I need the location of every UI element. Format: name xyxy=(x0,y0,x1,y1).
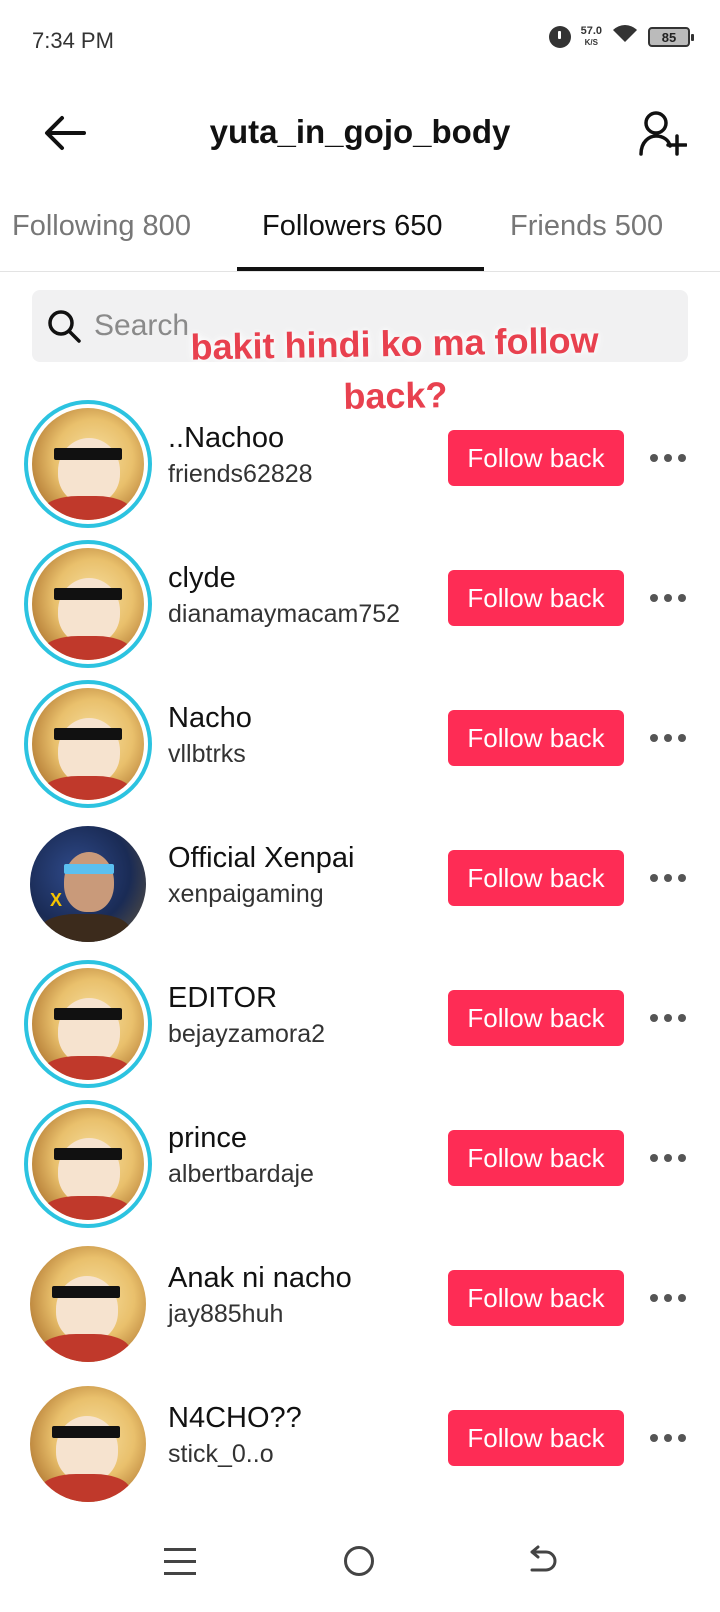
list-item[interactable]: X Official Xenpai xenpaigaming Follow ba… xyxy=(0,820,720,960)
follow-back-button[interactable]: Follow back xyxy=(448,1130,624,1186)
user-display-name: EDITOR xyxy=(168,982,278,1014)
avatar[interactable] xyxy=(24,540,152,668)
avatar-image xyxy=(30,1386,146,1502)
follow-back-button[interactable]: Follow back xyxy=(448,1270,624,1326)
person-add-icon xyxy=(639,111,687,156)
avatar[interactable] xyxy=(24,960,152,1088)
avatar[interactable]: X xyxy=(24,820,152,948)
more-options-icon[interactable] xyxy=(640,720,696,756)
back-icon[interactable] xyxy=(524,1544,560,1580)
user-handle: bejayzamora2 xyxy=(168,1020,326,1048)
battery-icon: 85 xyxy=(648,27,694,47)
user-display-name: N4CHO?? xyxy=(168,1402,302,1434)
user-handle: albertbardaje xyxy=(168,1160,314,1188)
tab-bar: Following 800 Followers 650 Friends 500 xyxy=(0,200,720,272)
list-item[interactable]: Anak ni nacho jay885huh Follow back xyxy=(0,1240,720,1380)
status-bar: 7:34 PM 57.0 K/S 85 xyxy=(0,0,720,84)
avatar[interactable] xyxy=(24,680,152,808)
list-item[interactable]: Nacho vllbtrks Follow back xyxy=(0,680,720,820)
avatar-image: X xyxy=(30,826,146,942)
tab-following[interactable]: Following 800 xyxy=(12,210,191,243)
wifi-icon xyxy=(612,24,638,50)
tab-friends[interactable]: Friends 500 xyxy=(510,210,663,243)
user-handle: jay885huh xyxy=(168,1300,284,1328)
more-options-icon[interactable] xyxy=(640,440,696,476)
add-friend-button[interactable] xyxy=(636,107,690,159)
user-handle: friends62828 xyxy=(168,460,313,488)
follow-back-button[interactable]: Follow back xyxy=(448,570,624,626)
net-speed: 57.0 K/S xyxy=(581,26,602,48)
more-options-icon[interactable] xyxy=(640,580,696,616)
status-icons: 57.0 K/S 85 xyxy=(548,24,694,50)
more-options-icon[interactable] xyxy=(640,1000,696,1036)
avatar-image xyxy=(32,968,144,1080)
avatar[interactable] xyxy=(24,1240,152,1368)
follow-back-button[interactable]: Follow back xyxy=(448,850,624,906)
list-item[interactable]: ..Nachoo friends62828 Follow back xyxy=(0,400,720,540)
search-icon xyxy=(44,306,84,346)
user-handle: vllbtrks xyxy=(168,740,246,768)
user-display-name: clyde xyxy=(168,562,236,594)
avatar-image xyxy=(32,548,144,660)
avatar-image xyxy=(30,1246,146,1362)
more-options-icon[interactable] xyxy=(640,1140,696,1176)
avatar-image xyxy=(32,688,144,800)
list-item[interactable]: prince albertbardaje Follow back xyxy=(0,1100,720,1240)
system-nav-bar xyxy=(0,1518,720,1612)
user-handle: dianamaymacam752 xyxy=(168,600,401,628)
more-options-icon[interactable] xyxy=(640,1420,696,1456)
user-display-name: ..Nachoo xyxy=(168,422,285,454)
user-handle: xenpaigaming xyxy=(168,880,324,908)
home-icon[interactable] xyxy=(344,1546,374,1576)
alarm-icon xyxy=(548,26,571,48)
follow-back-button[interactable]: Follow back xyxy=(448,710,624,766)
follow-back-button[interactable]: Follow back xyxy=(448,430,624,486)
avatar-image xyxy=(32,1108,144,1220)
tab-followers[interactable]: Followers 650 xyxy=(262,210,443,243)
avatar[interactable] xyxy=(24,400,152,528)
user-display-name: Official Xenpai xyxy=(168,842,355,874)
search-input[interactable] xyxy=(94,309,654,343)
search-bar[interactable] xyxy=(32,290,688,362)
header: yuta_in_gojo_body xyxy=(0,95,720,171)
status-time: 7:34 PM xyxy=(32,28,114,53)
net-speed-value: 57.0 xyxy=(580,25,602,37)
avatar[interactable] xyxy=(24,1380,152,1508)
follow-back-button[interactable]: Follow back xyxy=(448,990,624,1046)
follow-back-button[interactable]: Follow back xyxy=(448,1410,624,1466)
battery-level: 85 xyxy=(661,29,677,45)
net-speed-unit: K/S xyxy=(584,38,598,47)
list-item[interactable]: N4CHO?? stick_0..o Follow back xyxy=(0,1380,720,1520)
user-handle: stick_0..o xyxy=(168,1440,274,1468)
active-tab-indicator xyxy=(237,267,484,271)
avatar[interactable] xyxy=(24,1100,152,1228)
more-options-icon[interactable] xyxy=(640,1280,696,1316)
more-options-icon[interactable] xyxy=(640,860,696,896)
list-item[interactable]: EDITOR bejayzamora2 Follow back xyxy=(0,960,720,1100)
list-item[interactable]: clyde dianamaymacam752 Follow back xyxy=(0,540,720,680)
user-display-name: Anak ni nacho xyxy=(168,1262,352,1294)
user-display-name: prince xyxy=(168,1122,247,1154)
avatar-image xyxy=(32,408,144,520)
user-display-name: Nacho xyxy=(168,702,252,734)
recent-apps-icon[interactable] xyxy=(164,1548,196,1578)
page-title: yuta_in_gojo_body xyxy=(209,113,511,150)
